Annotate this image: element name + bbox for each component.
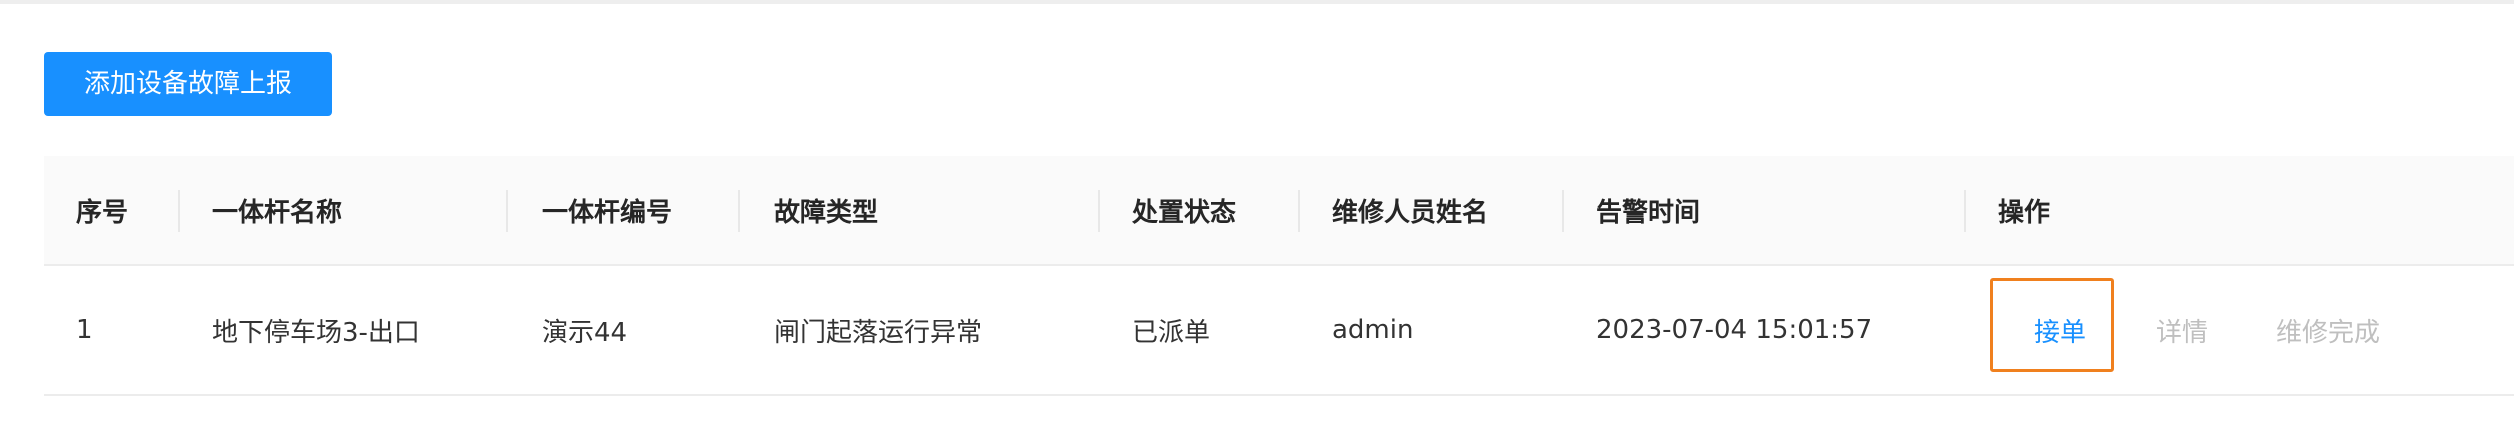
- table-header: 序号 一体杆名称 一体杆编号 故障类型 处置状态 维修人员姓名 告警时间 操作: [44, 156, 2514, 266]
- column-separator: [1964, 190, 1966, 232]
- column-separator: [178, 190, 180, 232]
- add-fault-report-button[interactable]: 添加设备故障上报: [44, 52, 332, 116]
- column-header-repair-person: 维修人员姓名: [1332, 197, 1489, 228]
- column-header-status: 处置状态: [1132, 197, 1237, 228]
- column-separator: [1098, 190, 1100, 232]
- table-row: 1 地下停车场3-出口 演示44 闸门起落运行异常 已派单 admin 2023…: [44, 266, 2514, 396]
- column-header-pole-code: 一体杆编号: [542, 197, 673, 228]
- accept-order-link[interactable]: 接单: [2034, 266, 2086, 394]
- top-divider: [0, 0, 2514, 4]
- cell-index: 1: [76, 315, 93, 345]
- cell-pole-name: 地下停车场3-出口: [212, 317, 420, 348]
- column-header-index: 序号: [76, 197, 129, 228]
- detail-link[interactable]: 详情: [2156, 266, 2208, 394]
- cell-fault-type: 闸门起落运行异常: [774, 317, 983, 348]
- cell-status: 已派单: [1132, 317, 1211, 348]
- cell-alarm-time: 2023-07-04 15:01:57: [1596, 315, 1873, 345]
- column-header-alarm-time: 告警时间: [1596, 197, 1701, 228]
- column-separator: [1298, 190, 1300, 232]
- repair-complete-link[interactable]: 维修完成: [2276, 266, 2380, 394]
- cell-pole-code: 演示44: [542, 317, 628, 348]
- cell-repair-person: admin: [1332, 315, 1414, 345]
- column-header-pole-name: 一体杆名称: [212, 197, 343, 228]
- column-header-actions: 操作: [1998, 197, 2051, 228]
- column-header-fault-type: 故障类型: [774, 197, 879, 228]
- column-separator: [1562, 190, 1564, 232]
- column-separator: [738, 190, 740, 232]
- column-separator: [506, 190, 508, 232]
- fault-report-table: 序号 一体杆名称 一体杆编号 故障类型 处置状态 维修人员姓名 告警时间 操作 …: [44, 156, 2514, 396]
